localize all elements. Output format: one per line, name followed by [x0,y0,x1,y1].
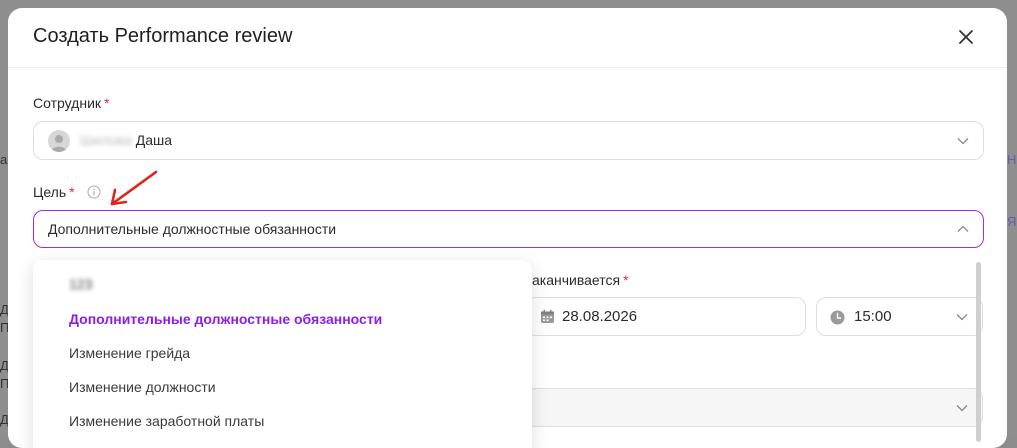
annotation-arrow [110,170,158,206]
modal-title: Создать Performance review [33,25,293,47]
dropdown-item[interactable]: Изменение должности [69,379,216,395]
dropdown-item[interactable]: 123 [69,276,92,292]
goal-label-text: Цель [33,184,67,200]
info-icon[interactable] [87,185,101,199]
ends-label: аканчивается * [532,272,629,288]
lower-select[interactable] [526,388,983,427]
background-fragment: Я [1007,214,1017,229]
ends-label-text: аканчивается [532,272,621,288]
background-fragment: Н [1007,152,1017,167]
dropdown-item-selected[interactable]: Дополнительные должностные обязанности [69,311,382,327]
employee-surname: Шилова [80,132,132,148]
goal-value: Дополнительные должностные обязанности [48,221,337,237]
employee-label-text: Сотрудник [33,95,102,111]
close-button[interactable] [955,26,977,48]
dropdown-item[interactable]: Изменение заработной платы [69,413,264,429]
end-time-select[interactable]: 15:00 [816,297,983,336]
chevron-up-icon [957,225,969,232]
chevron-down-icon [957,137,969,144]
avatar [48,130,70,152]
end-time-value: 15:00 [854,308,892,325]
modal-header: Создать Performance review [8,8,1007,68]
employee-label: Сотрудник * [33,95,109,111]
employee-name: Даша [135,132,173,148]
goal-label: Цель * [33,184,75,200]
end-date-value: 28.08.2026 [562,308,638,325]
required-mark: * [623,272,629,288]
create-review-modal: Создать Performance review Сотрудник * Ши… [8,8,1007,448]
goal-select[interactable]: Дополнительные должностные обязанности [33,210,984,248]
chevron-down-icon [956,404,968,411]
calendar-icon [541,309,554,323]
employee-select[interactable]: Шилова Даша [33,121,984,160]
clock-icon [830,310,845,325]
goal-dropdown-menu: 123 Дополнительные должностные обязаннос… [33,260,532,448]
chevron-down-icon [956,313,968,320]
user-icon [51,135,67,152]
close-icon [959,30,973,44]
required-mark: * [69,184,75,200]
scrollbar[interactable] [976,262,981,442]
dropdown-item[interactable]: Изменение грейда [69,345,190,361]
required-mark: * [104,95,110,111]
end-date-input[interactable]: 28.08.2026 [526,297,806,336]
